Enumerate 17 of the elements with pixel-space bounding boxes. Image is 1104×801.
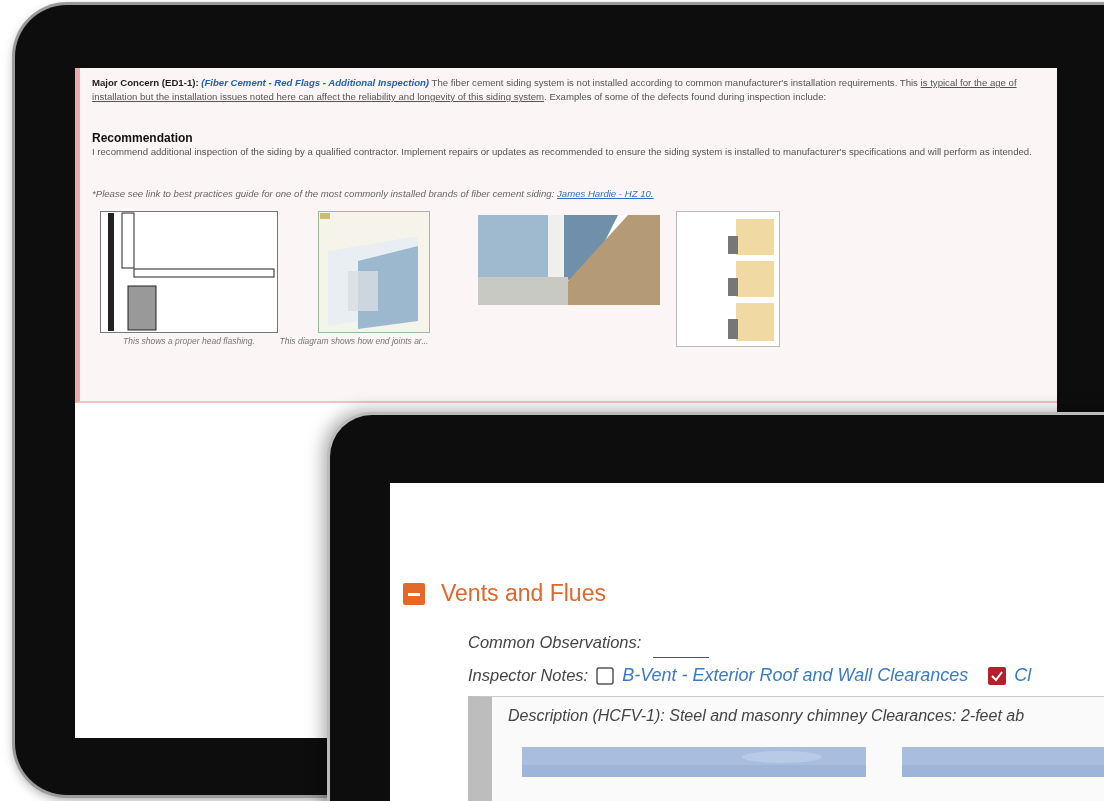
recommendation-text: I recommend additional inspection of the siding by a qualified contractor. Implement repairs or updates as recommended to ensure the siding system is installed to manufacturer's specifications and will perform as intended. [92, 145, 1033, 159]
image-caption: This shows a proper head flashing. [123, 336, 255, 346]
image-caption: This diagram shows how end joints ar... [279, 336, 429, 346]
recommendation-heading: Recommendation [92, 131, 194, 145]
field-label: Inspector Notes: [468, 666, 589, 685]
collapse-icon[interactable] [403, 582, 425, 605]
note-link[interactable]: B-Vent - Exterior Roof and Wall Clearances [622, 665, 969, 686]
guide-link[interactable]: James Hardie - HZ 10. [557, 188, 654, 199]
checkbox[interactable] [596, 666, 615, 685]
concern-text: Major Concern (ED1-1): (Fiber Cement - Red Flags - Additional Inspection) The fiber cement siding system is not installed according to common manufacturer's installation requirements. This is typical for the age of installation but the installation issues noted here can affect the reliability and longevity of this siding system. Examples of some of the defects found during inspection include: [92, 76, 1018, 104]
field-label: Common Observations: [468, 632, 642, 652]
fill-in-line[interactable] [653, 656, 710, 658]
checkbox[interactable] [988, 666, 1007, 685]
description-text: Description (HCFV-1): Steel and masonry chimney Clearances: 2-feet ab [508, 707, 1026, 725]
note-link[interactable]: Cl [1014, 665, 1032, 686]
note-text: *Please see link to best practices guide for one of the most commonly installed brands of fiber cement siding: James Hardie - HZ 10. [92, 187, 655, 201]
section-title: Vents and Flues [441, 580, 606, 607]
